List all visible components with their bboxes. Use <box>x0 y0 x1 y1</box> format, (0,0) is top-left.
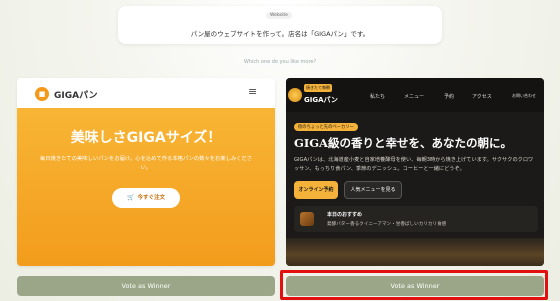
website-preview-a[interactable]: ■ GIGAパン ≡ 美味しさGIGAサイズ！ 毎日焼きたての美味しいパンをお届… <box>17 78 275 266</box>
cart-icon: 🛒 <box>127 194 135 201</box>
nav-item-access[interactable]: アクセス <box>472 93 492 100</box>
hamburger-icon[interactable]: ≡ <box>248 85 257 98</box>
nav-item-reserve[interactable]: 予約 <box>444 93 454 100</box>
preview-a-title: 美味しさGIGAサイズ！ <box>70 130 222 146</box>
preview-b-title: GIGA級の香りと幸せを、あなたの朝に。 <box>294 136 512 150</box>
nav-item-menu[interactable]: メニュー <box>404 93 424 100</box>
bread-icon: ■ <box>35 87 49 101</box>
preview-b-description: GIGAパンは、北海道産小麦と自家培養酵母を使い、毎朝3時から焼き上げています。… <box>294 157 534 172</box>
pastry-icon <box>300 212 314 226</box>
bread-logo-icon <box>288 88 302 102</box>
order-now-label: 今すぐ注文 <box>137 195 165 201</box>
website-preview-b[interactable]: 焼きたて毎朝 GIGAパン 私たち メニュー 予約 アクセス お問い合わせ 街の… <box>286 78 544 266</box>
online-reservation-button[interactable]: オンライン予約 <box>294 181 338 199</box>
preview-b-eyebrow: 街のちょっと先のベーカリー <box>294 123 358 131</box>
vote-winner-a-button[interactable]: Vote as Winner <box>17 276 275 296</box>
order-now-button[interactable]: 🛒 今すぐ注文 <box>112 188 180 208</box>
nav-item-contact[interactable]: お問い合わせ <box>512 93 536 99</box>
preview-a-header: ■ GIGAパン ≡ <box>17 78 275 108</box>
prompt-card: Website パン屋のウェブサイトを作って。店名は「GIGAパン」です。 <box>118 6 442 44</box>
card-text: 発酵バター香るクイニーアマン・甘香ばしいカリカリ食感 <box>327 222 447 227</box>
preview-b-tag: 焼きたて毎朝 <box>304 84 332 92</box>
nav-item-about[interactable]: 私たち <box>370 93 385 100</box>
bread-photo <box>286 238 544 266</box>
todays-recommendation-card: 本日のおすすめ 発酵バター香るクイニーアマン・甘香ばしいカリカリ食感 <box>294 206 538 232</box>
preview-a-subtitle: 毎日焼きたての美味しいパンをお届け。心を込めて作る本格パンの数々をお楽しみくださ… <box>39 156 253 171</box>
selection-highlight <box>280 270 548 300</box>
card-title: 本日のおすすめ <box>327 212 363 218</box>
preview-b-brand: GIGAパン <box>304 96 338 104</box>
popular-menu-button[interactable]: 人気メニューを見る <box>344 181 402 199</box>
preview-b-nav: 焼きたて毎朝 GIGAパン 私たち メニュー 予約 アクセス お問い合わせ <box>286 78 544 112</box>
prompt-text: パン屋のウェブサイトを作って。店名は「GIGAパン」です。 <box>190 30 370 38</box>
prompt-badge: Website <box>266 12 292 19</box>
preview-a-brand: GIGAパン <box>54 91 98 101</box>
comparison-question: Which one do you like more? <box>243 59 317 65</box>
